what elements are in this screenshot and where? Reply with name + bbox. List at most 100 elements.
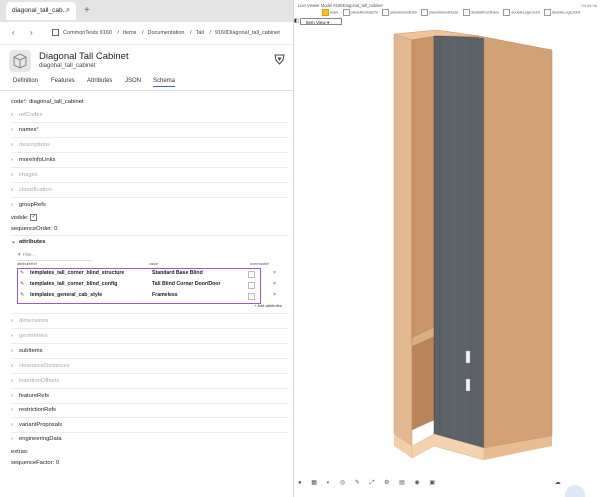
- code-value[interactable]: diagonal_tall_cabinet: [29, 99, 83, 105]
- overridable-checkbox[interactable]: [248, 271, 255, 278]
- checkbox: [543, 9, 551, 16]
- section-attributes[interactable]: ⌄ attributes: [11, 239, 45, 245]
- attribute-value[interactable]: Tall Blind Corner Door/Door: [152, 281, 221, 287]
- add-attributes-button[interactable]: + Add attributes: [254, 303, 282, 308]
- tab-schema[interactable]: Schema: [153, 78, 176, 87]
- capture-icon[interactable]: ▣: [429, 480, 435, 486]
- view-select[interactable]: Item View ▾: [300, 18, 342, 25]
- pen-icon[interactable]: ✎: [355, 480, 360, 486]
- breadcrumb-item[interactable]: 9160Diagonal_tall_cabinet: [215, 30, 280, 36]
- viewer-options: mark planeNormalsTo planeBoundDim planeB…: [322, 9, 583, 16]
- section-moreinfolinks[interactable]: › moreInfoLinks: [11, 157, 55, 163]
- sequence-factor-value[interactable]: 0: [56, 460, 59, 466]
- breadcrumb-item[interactable]: Tall: [196, 30, 204, 36]
- option-double-logic-joint-2[interactable]: doubleLogicJoint: [543, 9, 580, 16]
- divider: [11, 417, 289, 418]
- section-featurerefs[interactable]: › featureRefs: [11, 393, 49, 399]
- filter-placeholder: Filte...: [22, 252, 35, 257]
- right-side-panel: [478, 35, 553, 449]
- attribute-value[interactable]: Frameless: [152, 292, 178, 298]
- breadcrumb-separator: /: [190, 30, 192, 36]
- sequence-order-value[interactable]: 0: [54, 226, 57, 232]
- visible-checkbox[interactable]: ✓: [30, 214, 38, 221]
- tab-definition[interactable]: Definition: [13, 78, 38, 84]
- divider: [11, 358, 289, 359]
- overridable-checkbox[interactable]: [248, 293, 255, 300]
- section-label: names: [19, 127, 37, 133]
- section-descriptions[interactable]: › descriptions: [11, 142, 50, 148]
- section-label: groupRefs: [19, 202, 46, 208]
- floating-tab[interactable]: [565, 485, 585, 497]
- edit-icon[interactable]: ✎: [20, 270, 24, 276]
- option-double-logic-joint[interactable]: doubleLogicJoint: [503, 9, 540, 16]
- section-label: restrictionRefs: [19, 407, 57, 413]
- edit-icon[interactable]: ✎: [20, 292, 24, 298]
- remove-icon[interactable]: ×: [273, 270, 276, 276]
- section-dimensions[interactable]: › dimensions: [11, 318, 48, 324]
- cloud-download-icon[interactable]: ☁: [555, 480, 561, 486]
- forward-icon[interactable]: ›: [30, 28, 33, 37]
- code-field[interactable]: code*: diagonal_tall_cabinet: [11, 99, 84, 105]
- light-icon[interactable]: ◎: [340, 480, 345, 486]
- layers-icon[interactable]: ▤: [399, 480, 405, 486]
- chevron-right-icon: ›: [11, 348, 13, 354]
- checkbox: [322, 9, 329, 16]
- palette-icon[interactable]: ◐: [327, 480, 331, 486]
- section-grouprefs[interactable]: › groupRefs: [11, 202, 46, 208]
- viewer-title: Live Viewer Model 9160Diagonal_tall_cabi…: [298, 3, 383, 8]
- cabinet-model[interactable]: [294, 26, 609, 486]
- divider: [11, 122, 289, 123]
- remove-icon[interactable]: ×: [273, 292, 276, 298]
- pointer-icon[interactable]: ●: [298, 480, 302, 486]
- section-names[interactable]: › names*: [11, 127, 39, 133]
- option-double-front-face[interactable]: doubleFrontFace: [462, 9, 499, 16]
- extras-label: extras:: [11, 449, 29, 455]
- edit-icon[interactable]: ✎: [20, 281, 24, 287]
- close-icon[interactable]: ×: [66, 2, 70, 20]
- section-label: featureRefs: [19, 393, 49, 399]
- attribute-name: templates_general_cab_style: [30, 292, 103, 298]
- section-clearancedistances[interactable]: › clearanceDistances: [11, 363, 70, 369]
- section-variantproposals[interactable]: › variantProposals: [11, 422, 62, 428]
- section-label: moreInfoLinks: [19, 157, 56, 163]
- breadcrumb-item[interactable]: CommonTests 9160: [63, 30, 112, 36]
- remove-icon[interactable]: ×: [273, 281, 276, 287]
- attribute-row[interactable]: ✎ templates_tall_corner_blind_structure …: [20, 269, 286, 280]
- attribute-value[interactable]: Standard Base Blind: [152, 270, 203, 276]
- section-classification[interactable]: › classification: [11, 187, 52, 193]
- section-label: subItems: [19, 348, 43, 354]
- breadcrumb-item[interactable]: Items: [123, 30, 136, 36]
- back-icon[interactable]: ‹: [12, 28, 15, 37]
- overridable-checkbox[interactable]: [248, 282, 255, 289]
- attribute-row[interactable]: ✎ templates_tall_corner_blind_config Tal…: [20, 280, 286, 291]
- option-plane-normals[interactable]: planeNormalsTo: [342, 9, 378, 16]
- breadcrumb-item[interactable]: Documentation: [148, 30, 185, 36]
- divider: [11, 432, 289, 433]
- option-plane-bound-dim[interactable]: planeBoundDim: [382, 9, 417, 16]
- section-geometries[interactable]: › geometries: [11, 333, 48, 339]
- view-icon[interactable]: ◉: [414, 480, 419, 486]
- tab-attributes[interactable]: Attributes: [87, 78, 112, 84]
- option-mark[interactable]: mark: [322, 9, 338, 16]
- settings-icon[interactable]: ⚙: [384, 480, 389, 486]
- tab-features[interactable]: Features: [51, 78, 75, 84]
- attributes-filter-input[interactable]: ▼ Filte...: [17, 252, 93, 261]
- attribute-name: templates_tall_corner_blind_config: [30, 281, 118, 287]
- tab-json[interactable]: JSON: [125, 78, 141, 84]
- add-tab-icon[interactable]: +: [84, 2, 90, 20]
- grid-icon[interactable]: ▦: [311, 480, 317, 486]
- option-plane-bound-node[interactable]: planeBoundNode: [421, 9, 458, 16]
- section-subitems[interactable]: › subItems: [11, 348, 43, 354]
- divider: [11, 152, 289, 153]
- browser-tab-label: diagonal_tall_cab...: [12, 7, 69, 14]
- section-refcodes[interactable]: › refCodes: [11, 112, 43, 118]
- sequence-factor-label: sequenceFactor:: [11, 460, 55, 466]
- section-images[interactable]: › images: [11, 172, 38, 178]
- attribute-name: templates_tall_corner_blind_structure: [30, 270, 125, 276]
- attribute-row[interactable]: ✎ templates_general_cab_style Frameless …: [20, 291, 286, 302]
- section-insertionoffsets[interactable]: › insertionOffsets: [11, 378, 59, 384]
- section-engineeringdata[interactable]: › engineeringData: [11, 436, 62, 442]
- section-restrictionrefs[interactable]: › restrictionRefs: [11, 407, 56, 413]
- expand-icon[interactable]: ⤢: [370, 480, 375, 486]
- door-handle: [465, 378, 471, 392]
